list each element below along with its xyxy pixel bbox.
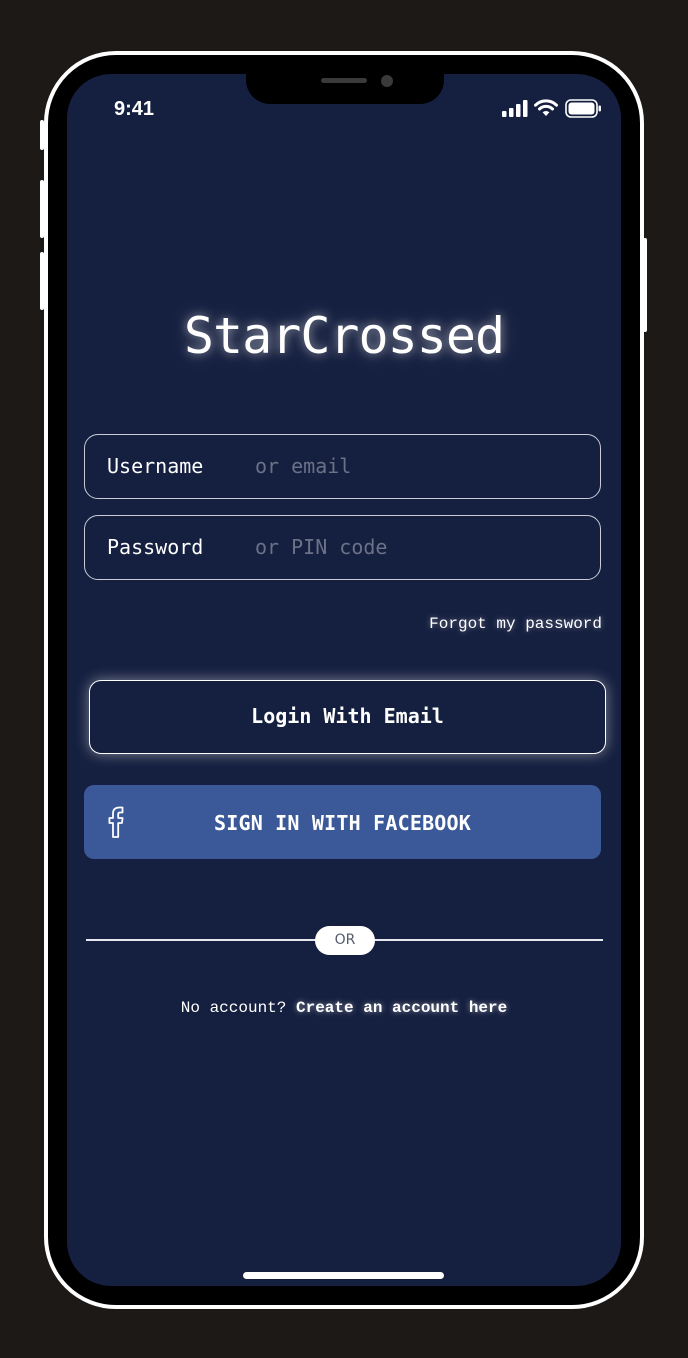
battery-icon [565,99,601,118]
username-label: Username [107,454,204,478]
speaker-grille [321,78,367,83]
password-input[interactable] [255,524,575,570]
login-with-email-button[interactable]: Login With Email [89,680,606,754]
wifi-icon [534,99,558,116]
forgot-password-link[interactable]: Forgot my password [400,612,602,636]
status-time: 9:41 [113,98,155,120]
facebook-button-label: SIGN IN WITH FACEBOOK [213,811,472,835]
facebook-sign-in-button[interactable]: SIGN IN WITH FACEBOOK [84,785,601,859]
password-label: Password [107,535,204,559]
front-camera [381,75,393,87]
or-divider-badge: OR [315,926,375,955]
username-input[interactable] [255,443,575,489]
password-field[interactable]: Password [84,515,601,580]
app-title: StarCrossed [183,307,505,365]
home-indicator [243,1272,444,1279]
username-field[interactable]: Username [84,434,601,499]
create-account-link[interactable]: Create an account here [296,999,507,1017]
cellular-signal-icon [502,100,528,117]
signup-row: No account? Create an account here [84,996,604,1020]
page-background: 9:41 StarCrossed Username Password Forgo… [0,0,688,1358]
signup-prompt: No account? [180,999,287,1017]
